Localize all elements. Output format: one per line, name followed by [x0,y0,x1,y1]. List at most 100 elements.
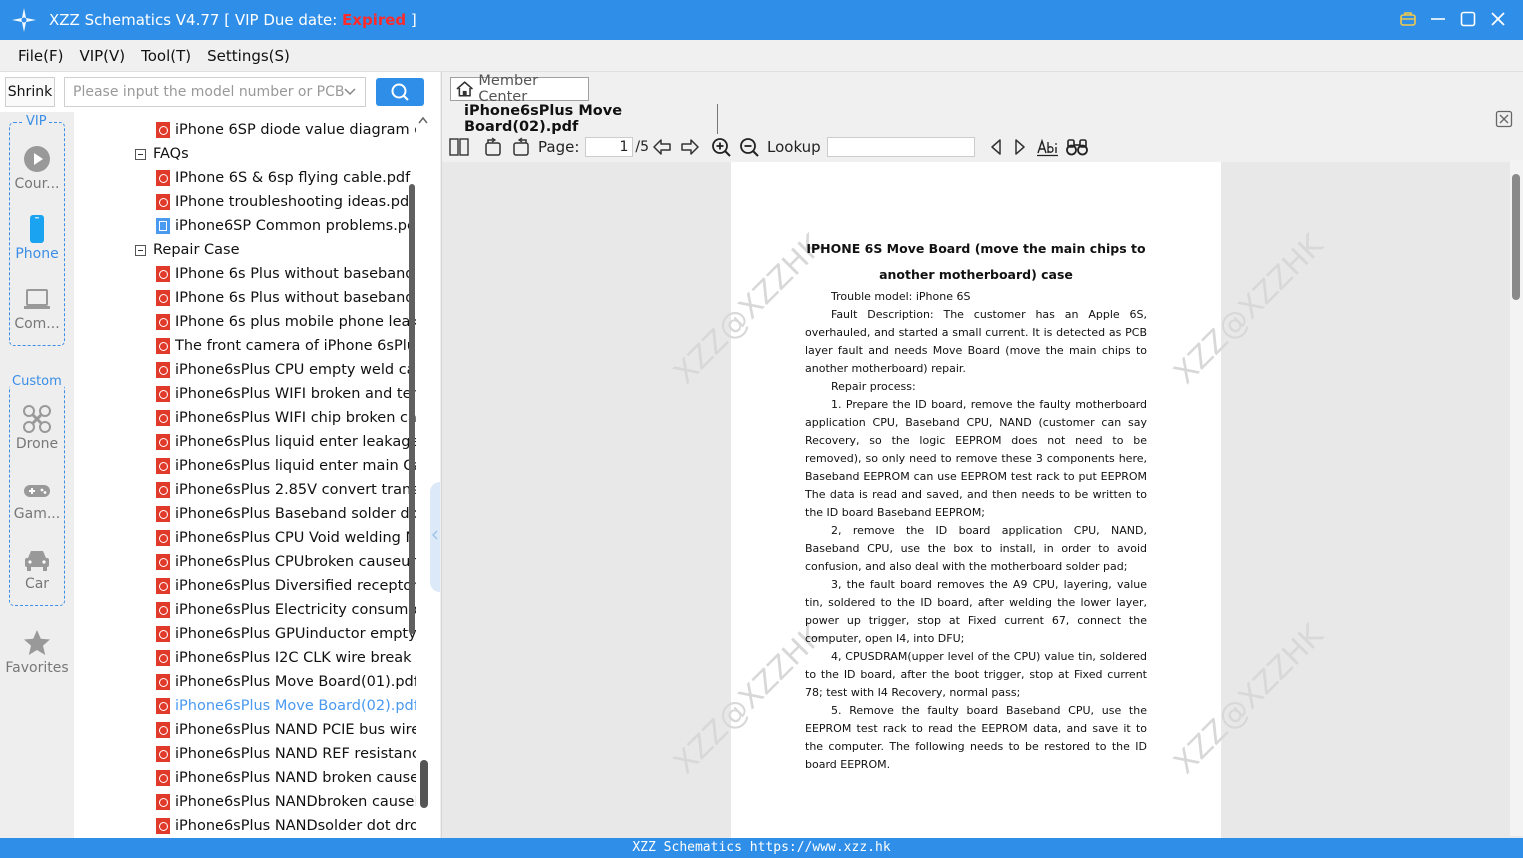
left-pane: Shrink Please input the model number or … [0,72,440,838]
rotate-left-icon[interactable] [482,137,504,157]
tree-scrollbar-thumb[interactable] [420,760,428,808]
tree-file[interactable]: iPhone6sPlus NAND broken cause [156,766,416,790]
rail-item-computer[interactable]: Com... [0,286,74,332]
tree-file[interactable]: IPhone 6s Plus without baseband r [156,286,416,310]
pdf-file-icon [156,530,170,546]
tree-file[interactable]: IPhone 6s Plus without baseband r [156,262,416,286]
match-case-icon[interactable] [1035,137,1059,157]
tree-file[interactable]: iPhone6sPlus NANDbroken causeF [156,790,416,814]
pdf-page: XZZ@XZZHK XZZ@XZZHK XZZ@XZZHK XZZ@XZZHK … [667,162,1330,838]
tree-file[interactable]: iPhone6sPlus GPUinductor empty [156,622,416,646]
tree-file[interactable]: The front camera of iPhone 6sPlus [156,334,416,358]
chevron-left-icon[interactable] [431,529,439,541]
tree-file[interactable]: iPhone6sPlus Electricity consumpti [156,598,416,622]
collapse-icon[interactable] [135,148,146,160]
rail-item-courses[interactable]: Cour... [0,144,74,192]
tree-file[interactable]: iPhone6sPlus NANDsolder dot dro [156,814,416,838]
tree-file[interactable]: iPhone6sPlus Diversified receptor I [156,574,416,598]
scroll-up-icon[interactable] [416,114,430,126]
document-view[interactable]: XZZ@XZZHK XZZ@XZZHK XZZ@XZZHK XZZ@XZZHK … [442,162,1523,838]
collapse-icon[interactable] [135,244,146,256]
close-tab-icon[interactable] [1495,110,1513,128]
pdf-file-icon [156,554,170,570]
tab-document[interactable]: iPhone6sPlus Move Board(02).pdf [442,103,718,135]
tree-item-label: iPhone6sPlus Move Board(01).pdf [175,674,416,690]
menu-tool[interactable]: Tool(T) [141,47,191,65]
page-number-input[interactable]: 1 [585,137,634,157]
tree-folder[interactable]: FAQs [135,142,189,166]
find-prev-icon[interactable] [987,137,1005,157]
tree-file[interactable]: iPhone6sPlus WIFI chip broken ca [156,406,416,430]
bag-icon[interactable] [1397,8,1419,30]
rotate-right-icon[interactable] [510,137,532,157]
zoom-in-icon[interactable] [711,137,733,157]
tree-folder[interactable]: Repair Case [135,238,240,262]
tree-file[interactable]: iPhone6sPlus CPU Void welding N [156,526,416,550]
document-scrollbar[interactable] [1510,160,1523,836]
pdf-file-icon [156,698,170,714]
member-center-button[interactable]: Member Center [450,73,589,105]
rail-item-car[interactable]: Car [0,546,74,592]
tree-item-label: iPhone6sPlus 2.85V convert transis [175,482,416,498]
tree-file[interactable]: iPhone6sPlus NAND REF resistance [156,742,416,766]
lookup-input[interactable] [826,137,975,157]
doc-paragraph: Repair process: [831,380,916,393]
prev-page-icon[interactable] [651,137,673,157]
shrink-button[interactable]: Shrink [5,77,55,107]
tree-item-label: iPhone6sPlus liquid enter leakage [175,434,416,450]
tree-file[interactable]: iPhone6sPlus liquid enter leakage [156,430,416,454]
rail-item-phone[interactable]: Phone [0,214,74,262]
menu-vip[interactable]: VIP(V) [79,47,125,65]
tree-file[interactable]: iPhone6SP Common problems.pcb [156,214,416,238]
two-page-icon[interactable] [448,137,470,157]
close-icon[interactable] [1487,8,1509,30]
chevron-down-icon[interactable] [343,84,357,98]
tree-file[interactable]: iPhone 6SP diode value diagram d [156,118,416,142]
rail-item-drone[interactable]: Drone [0,404,74,452]
search-button[interactable] [376,78,424,106]
pdf-file-icon [156,482,170,498]
lookup-label: Lookup [767,138,821,156]
pdf-file-icon [156,506,170,522]
binoculars-icon[interactable] [1065,137,1089,157]
doc-title-line1: IPHONE 6S Move Board (move the main chip… [806,241,1146,256]
pdf-file-icon [156,290,170,306]
minimize-icon[interactable] [1427,8,1449,30]
file-tree: iPhone 6SP diode value diagram d FAQs IPho… [74,112,416,838]
drone-icon [23,405,51,433]
tree-file[interactable]: iPhone6sPlus WIFI broken and ter [156,382,416,406]
menu-file[interactable]: File(F) [18,47,63,65]
zoom-out-icon[interactable] [739,137,761,157]
pdf-file-icon [156,626,170,642]
tree-file[interactable]: iPhone6sPlus CPU empty weld cau [156,358,416,382]
search-input[interactable]: Please input the model number or PCB [64,77,366,107]
doc-paragraph: 3, the fault board removes the A9 CPU, l… [805,578,1147,645]
tree-file[interactable]: iPhone6sPlus Move Board(02).pdf [156,694,416,718]
pdf-file-icon [156,818,170,834]
category-rail: VIP Cour... Phone Com... Custom Drone Ga… [0,112,74,838]
tree-file[interactable]: iPhone6sPlus 2.85V convert transis [156,478,416,502]
tree-file[interactable]: IPhone 6s plus mobile phone leaka [156,310,416,334]
tree-scrollbar[interactable] [409,184,415,634]
tree-file[interactable]: iPhone6sPlus liquid enter main Ca [156,454,416,478]
document-scrollbar-thumb[interactable] [1512,174,1520,300]
tree-file[interactable]: IPhone 6S & 6sp flying cable.pdf [156,166,410,190]
watermark: XZZ@XZZHK [1167,227,1331,392]
tree-file[interactable]: iPhone6sPlus Baseband solder dot [156,502,416,526]
next-page-icon[interactable] [679,137,701,157]
rail-item-game[interactable]: Gam... [0,478,74,522]
tree-file[interactable]: IPhone troubleshooting ideas.pdf [156,190,414,214]
pdf-toolbar: Page: 1 /5 Lookup [442,134,1523,160]
tree-file[interactable]: iPhone6sPlus I2C CLK wire break c [156,646,416,670]
pdf-file-icon [156,338,170,354]
find-next-icon[interactable] [1011,137,1029,157]
pane-splitter[interactable] [430,482,440,592]
tree-item-label: FAQs [153,146,189,162]
tree-file[interactable]: iPhone6sPlus Move Board(01).pdf [156,670,416,694]
maximize-icon[interactable] [1457,8,1479,30]
tree-file[interactable]: iPhone6sPlus NAND PCIE bus wire [156,718,416,742]
menu-settings[interactable]: Settings(S) [207,47,290,65]
star-icon [24,630,50,655]
tree-file[interactable]: iPhone6sPlus CPUbroken causeun [156,550,416,574]
rail-item-favorites[interactable]: Favorites [0,628,74,676]
